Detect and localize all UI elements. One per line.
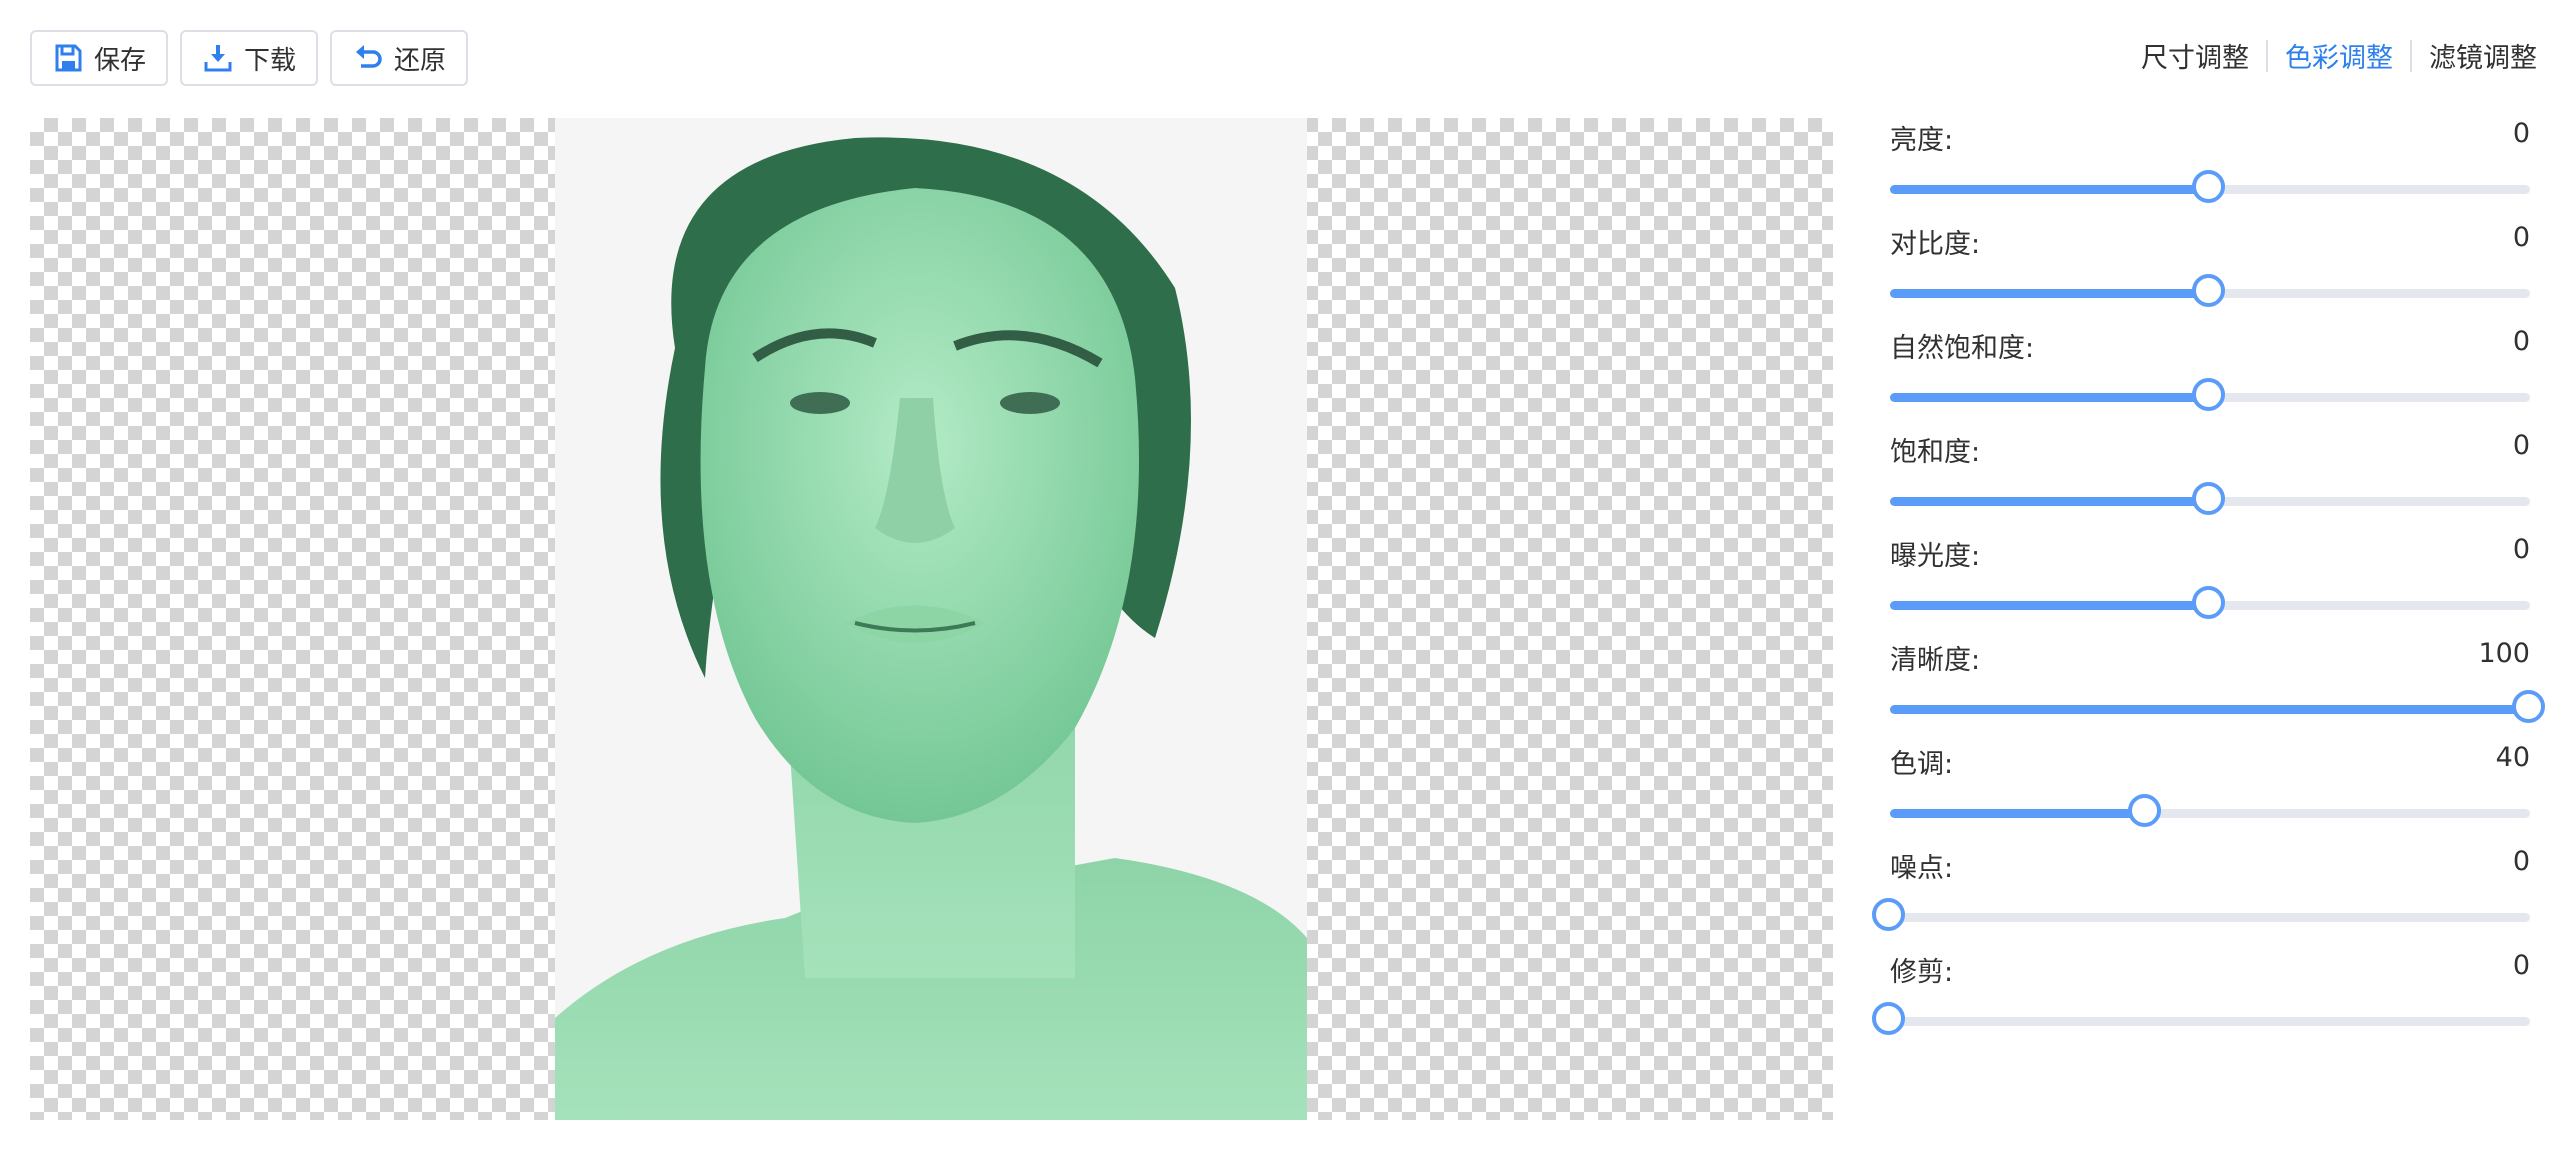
slider-thumb[interactable]: [2128, 794, 2161, 827]
toolbar: 保存 下载 还原: [30, 30, 469, 86]
trim-control: 修剪: 0: [1872, 950, 2530, 1054]
hue-slider[interactable]: [1890, 794, 2530, 827]
clarity-value: 100: [2478, 638, 2530, 669]
slider-fill: [1890, 393, 2210, 402]
slider-fill: [1890, 705, 2530, 714]
slider-thumb[interactable]: [2192, 274, 2225, 307]
slider-fill: [1890, 185, 2210, 194]
tab-filter-adjust[interactable]: 滤镜调整: [2429, 36, 2537, 75]
save-icon: [55, 44, 82, 72]
slider-thumb[interactable]: [2192, 378, 2225, 411]
exposure-label: 曝光度:: [1890, 541, 1981, 572]
slider-fill: [1890, 289, 2210, 298]
tab-divider: [2266, 39, 2268, 72]
contrast-label: 对比度:: [1890, 229, 1981, 260]
noise-value: 0: [2512, 846, 2530, 877]
clarity-label: 清晰度:: [1890, 645, 1981, 676]
clarity-slider[interactable]: [1890, 690, 2545, 723]
vibrance-control: 自然饱和度: 0: [1890, 326, 2530, 430]
slider-thumb[interactable]: [2192, 170, 2225, 203]
hue-control: 色调: 40: [1890, 742, 2530, 846]
trim-slider[interactable]: [1872, 1002, 2530, 1035]
download-label: 下载: [244, 45, 297, 76]
hue-label: 色调:: [1890, 749, 1954, 780]
brightness-slider[interactable]: [1890, 170, 2530, 203]
slider-thumb[interactable]: [2192, 482, 2225, 515]
contrast-control: 对比度: 0: [1890, 222, 2530, 326]
tab-divider: [2410, 39, 2412, 72]
slider-fill: [1890, 809, 2146, 818]
restore-button[interactable]: 还原: [330, 30, 469, 86]
exposure-slider[interactable]: [1890, 586, 2530, 619]
brightness-label: 亮度:: [1890, 125, 1954, 156]
trim-value: 0: [2512, 950, 2530, 981]
slider-fill: [1890, 601, 2210, 610]
save-label: 保存: [94, 45, 147, 76]
saturation-label: 饱和度:: [1890, 437, 1981, 468]
saturation-value: 0: [2512, 430, 2530, 461]
brightness-value: 0: [2512, 118, 2530, 149]
noise-slider[interactable]: [1872, 898, 2530, 931]
contrast-slider[interactable]: [1890, 274, 2530, 307]
adjust-tabs: 尺寸调整 色彩调整 滤镜调整: [2141, 36, 2537, 75]
image-canvas[interactable]: [30, 118, 1833, 1120]
restore-label: 还原: [394, 45, 447, 76]
slider-thumb[interactable]: [1872, 1002, 1905, 1035]
brightness-control: 亮度: 0: [1890, 118, 2530, 222]
saturation-slider[interactable]: [1890, 482, 2530, 515]
exposure-value: 0: [2512, 534, 2530, 565]
noise-label: 噪点:: [1890, 853, 1954, 884]
download-button[interactable]: 下载: [180, 30, 319, 86]
vibrance-label: 自然饱和度:: [1890, 333, 2035, 364]
saturation-control: 饱和度: 0: [1890, 430, 2530, 534]
vibrance-slider[interactable]: [1890, 378, 2530, 411]
save-button[interactable]: 保存: [30, 30, 169, 86]
slider-thumb[interactable]: [2512, 690, 2545, 723]
undo-icon: [356, 45, 382, 68]
color-adjust-panel: 亮度: 0 对比度: 0 自然饱和度: 0 饱和度: 0 曝光度: 0 清晰度:…: [1872, 118, 2545, 1054]
noise-control: 噪点: 0: [1872, 846, 2530, 950]
trim-label: 修剪:: [1890, 957, 1954, 988]
hue-value: 40: [2495, 742, 2530, 773]
tab-color-adjust[interactable]: 色彩调整: [2285, 36, 2393, 75]
slider-thumb[interactable]: [1872, 898, 1905, 931]
exposure-control: 曝光度: 0: [1890, 534, 2530, 638]
clarity-control: 清晰度: 100: [1890, 638, 2545, 742]
vibrance-value: 0: [2512, 326, 2530, 357]
tab-size-adjust[interactable]: 尺寸调整: [2141, 36, 2249, 75]
slider-fill: [1890, 497, 2210, 506]
edited-photo: [555, 118, 1307, 1120]
slider-thumb[interactable]: [2192, 586, 2225, 619]
contrast-value: 0: [2512, 222, 2530, 253]
download-icon: [204, 45, 232, 72]
